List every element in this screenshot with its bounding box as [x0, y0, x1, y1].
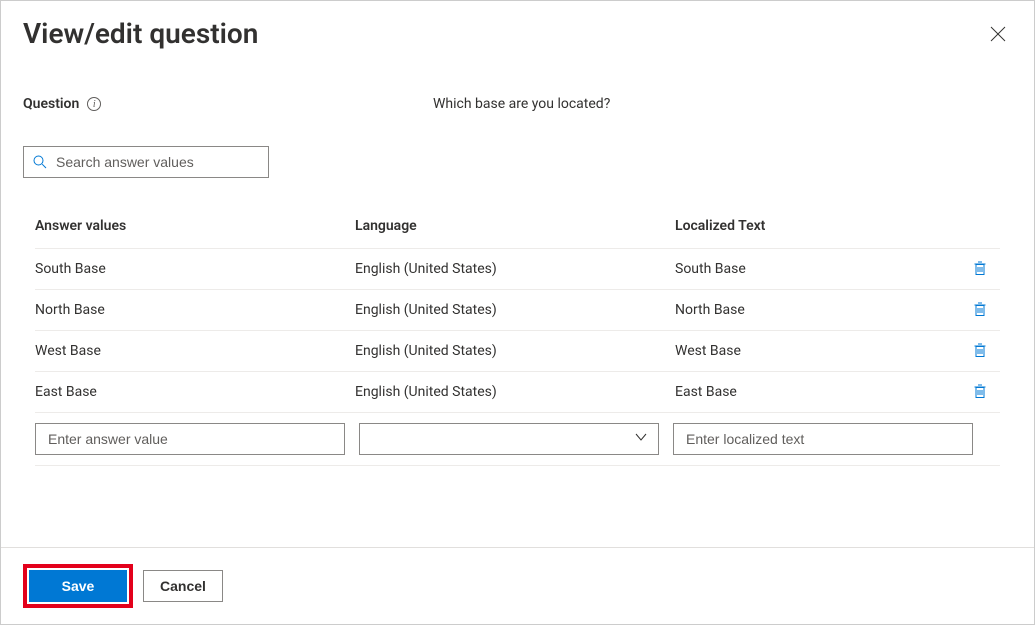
trash-icon [972, 301, 988, 320]
column-header-answer[interactable]: Answer values [35, 218, 355, 234]
answer-values-table: Answer values Language Localized Text So… [23, 218, 1012, 466]
cell-answer-value: West Base [35, 343, 355, 359]
new-localized-text-input[interactable] [673, 423, 973, 455]
close-icon [990, 26, 1006, 42]
question-row: Question i Which base are you located? [23, 96, 1012, 112]
trash-icon [972, 260, 988, 279]
table-row[interactable]: East BaseEnglish (United States)East Bas… [35, 372, 1000, 413]
table-row[interactable]: North BaseEnglish (United States)North B… [35, 290, 1000, 331]
view-edit-question-panel: View/edit question Question i Which base… [0, 0, 1035, 625]
cell-answer-value: North Base [35, 302, 355, 318]
chevron-down-icon [634, 430, 648, 448]
page-title: View/edit question [23, 17, 258, 50]
question-field-label: Question [23, 96, 79, 112]
column-header-language[interactable]: Language [355, 218, 675, 234]
search-input-field[interactable] [54, 153, 260, 171]
table-row[interactable]: West BaseEnglish (United States)West Bas… [35, 331, 1000, 372]
close-button[interactable] [984, 20, 1012, 48]
delete-row-button[interactable] [970, 299, 990, 322]
cell-localized-text: North Base [675, 302, 964, 318]
column-header-localized[interactable]: Localized Text [675, 218, 964, 234]
question-value: Which base are you located? [433, 96, 610, 112]
delete-row-button[interactable] [970, 381, 990, 404]
cell-localized-text: West Base [675, 343, 964, 359]
cell-language: English (United States) [355, 384, 675, 400]
cell-answer-value: South Base [35, 261, 355, 277]
cell-answer-value: East Base [35, 384, 355, 400]
new-language-dropdown[interactable] [359, 423, 659, 455]
search-icon [32, 154, 48, 170]
cancel-button[interactable]: Cancel [143, 570, 223, 602]
trash-icon [972, 383, 988, 402]
new-answer-value-input[interactable] [35, 423, 345, 455]
cell-language: English (United States) [355, 261, 675, 277]
cell-localized-text: East Base [675, 384, 964, 400]
delete-row-button[interactable] [970, 340, 990, 363]
panel-footer: Save Cancel [1, 547, 1034, 624]
save-button[interactable]: Save [29, 570, 127, 602]
trash-icon [972, 342, 988, 361]
cell-language: English (United States) [355, 343, 675, 359]
cell-localized-text: South Base [675, 261, 964, 277]
save-button-highlight: Save [23, 564, 133, 608]
search-answer-values-input[interactable] [23, 146, 269, 178]
delete-row-button[interactable] [970, 258, 990, 281]
table-row[interactable]: South BaseEnglish (United States)South B… [35, 249, 1000, 290]
new-row [35, 413, 1000, 466]
info-icon[interactable]: i [87, 97, 101, 111]
panel-header: View/edit question [23, 17, 1012, 50]
cell-language: English (United States) [355, 302, 675, 318]
